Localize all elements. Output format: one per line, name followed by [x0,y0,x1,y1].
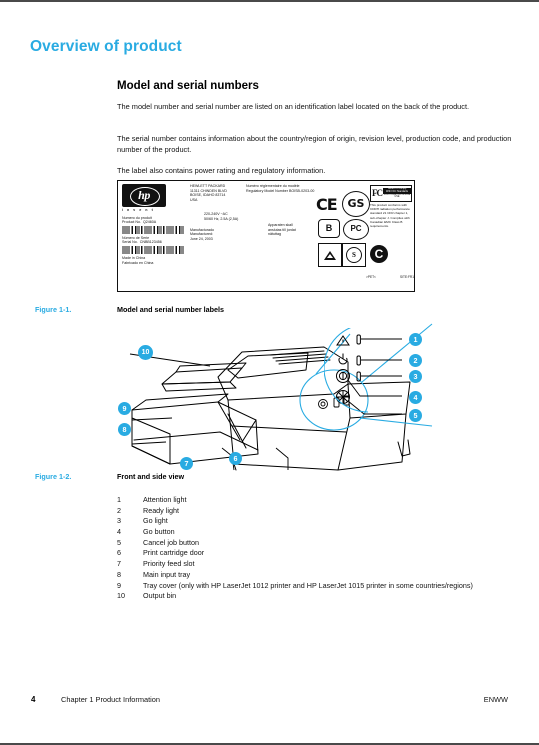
callout-5: 5 [409,409,422,422]
callout-8: 8 [118,423,131,436]
list-item-label: Priority feed slot [143,559,195,569]
fcc-line-3: FOR HOME OR OFFICE USE [383,192,411,199]
list-item-number: 4 [117,527,121,537]
label-column-identity: hp i n v e n t Numero du produit Product… [122,184,188,265]
list-item-number: 10 [117,591,125,601]
list-item-label: Main input tray [143,569,191,579]
figure-caption-1-1: Figure 1-1. Model and serial number labe… [35,305,335,317]
list-item-number: 3 [117,516,121,526]
product-no-value: Q2460A [142,220,157,225]
callout-4: 4 [409,391,422,404]
list-item-label: Attention light [143,495,187,504]
list-item-label: Cancel job button [143,537,199,547]
pet-site-line: >PET< SITE:FR1 [366,275,414,280]
callout-10: 10 [138,345,153,360]
page-title: Overview of product [30,38,182,55]
figure-1-2-label: Figure 1-2. [35,472,72,481]
list-item-number: 5 [117,537,121,547]
list-item: 7 Priority feed slot [117,559,517,570]
list-item: 4 Go button [117,527,517,538]
footer-chapter-title: Chapter 1 Product Information [61,695,161,704]
list-item-number: 1 [117,495,121,504]
fcc-mark-icon: FC Tested To Comply With FCC Standards F… [370,185,412,202]
list-item-label: Print cartridge door [143,548,205,558]
label-certification-marks: CE GS B PC S FC Tested To Comply With FC… [316,183,414,289]
body-paragraph-2: The serial number contains information a… [117,134,512,154]
callout-2: 2 [409,354,422,367]
manufactured-date: June 24, 2003 [190,236,213,241]
list-item-number: 2 [117,505,121,515]
figure-caption-1-2: Figure 1-2. Front and side view [35,472,335,484]
list-item-number: 9 [117,580,121,590]
hp-logo-text: hp [138,188,150,203]
list-item-label: Output bin [143,591,177,601]
site-code: SITE:FR1 [400,275,414,279]
fabricado-text: Fabricado en China [122,260,154,265]
list-item: 2 Ready light [117,506,517,517]
figure-1-1-label: Figure 1-1. [35,305,72,314]
body-paragraph-1: The model number and serial number are l… [117,102,470,111]
identification-label-image: hp i n v e n t Numero du produit Product… [117,180,415,292]
ce-mark-icon: CE [316,195,338,214]
list-item-number: 7 [117,559,121,569]
list-item: 5 Cancel job button [117,538,517,549]
callout-7: 7 [180,457,193,470]
serial-no-value: CNBB123456 [139,240,162,245]
figure-1-2-title: Front and side view [117,472,185,481]
c-tick-mark-icon: C [370,245,388,263]
swedish-warning-3: nätuttag [268,232,281,237]
b-triangle-mark-icon: B [318,219,340,238]
list-item: 1 Attention light [117,495,517,506]
gs-mark-icon: GS [342,191,370,217]
footer-locale-code: ENWW [483,695,508,704]
list-item-number: 8 [117,569,121,579]
product-barcode-icon [122,225,184,234]
label-column-address: HEWLETT PACKARD 11311 CHINDEN BLVD BOISE… [190,184,248,241]
list-item-label: Tray cover (only with HP LaserJet 1012 p… [143,580,473,590]
body-paragraph-3: The label also contains power rating and… [117,166,326,175]
figure-legend-list: 1 Attention light 2 Ready light 3 Go lig… [117,495,517,602]
regulatory-model-en: Regulatory Model Number BOISB-0203-00 [246,188,315,193]
document-page: Overview of product Model and serial num… [0,0,539,745]
figure-1-1-title: Model and serial number labels [117,305,225,314]
s-mark-icon: S [342,243,366,267]
product-no-label-en: Product No. Q2460A [122,220,157,225]
recycle-triangle-mark-icon [318,243,342,267]
list-item-label: Go light [143,516,168,526]
section-heading: Model and serial numbers [117,80,259,92]
pc-mark-icon: PC [343,219,369,240]
callout-1: 1 [409,333,422,346]
pet-code: >PET< [366,275,376,279]
callout-9: 9 [118,402,131,415]
list-item: 8 Main input tray [117,570,517,581]
list-item: 10 Output bin [117,591,517,602]
list-item: 9 Tray cover (only with HP LaserJet 1012… [117,581,517,592]
list-item-label: Ready light [143,505,179,515]
list-item-number: 6 [117,548,121,558]
cdrh-compliance-text: This product conforms with CDRH radiatio… [370,203,410,229]
list-item-label: Go button [143,527,175,537]
label-column-regulatory: Numéro réglementaire du modèle Regulator… [246,184,318,237]
hp-logo-icon: hp [122,184,166,207]
footer-page-number: 4 [31,695,36,704]
serial-barcode-icon [122,245,184,254]
list-item: 3 Go light [117,516,517,527]
callout-6: 6 [229,452,242,465]
callout-3: 3 [409,370,422,383]
serial-no-label-en: Serial No. CNBB123456 [122,240,162,245]
list-item: 6 Print cartridge door [117,548,517,559]
